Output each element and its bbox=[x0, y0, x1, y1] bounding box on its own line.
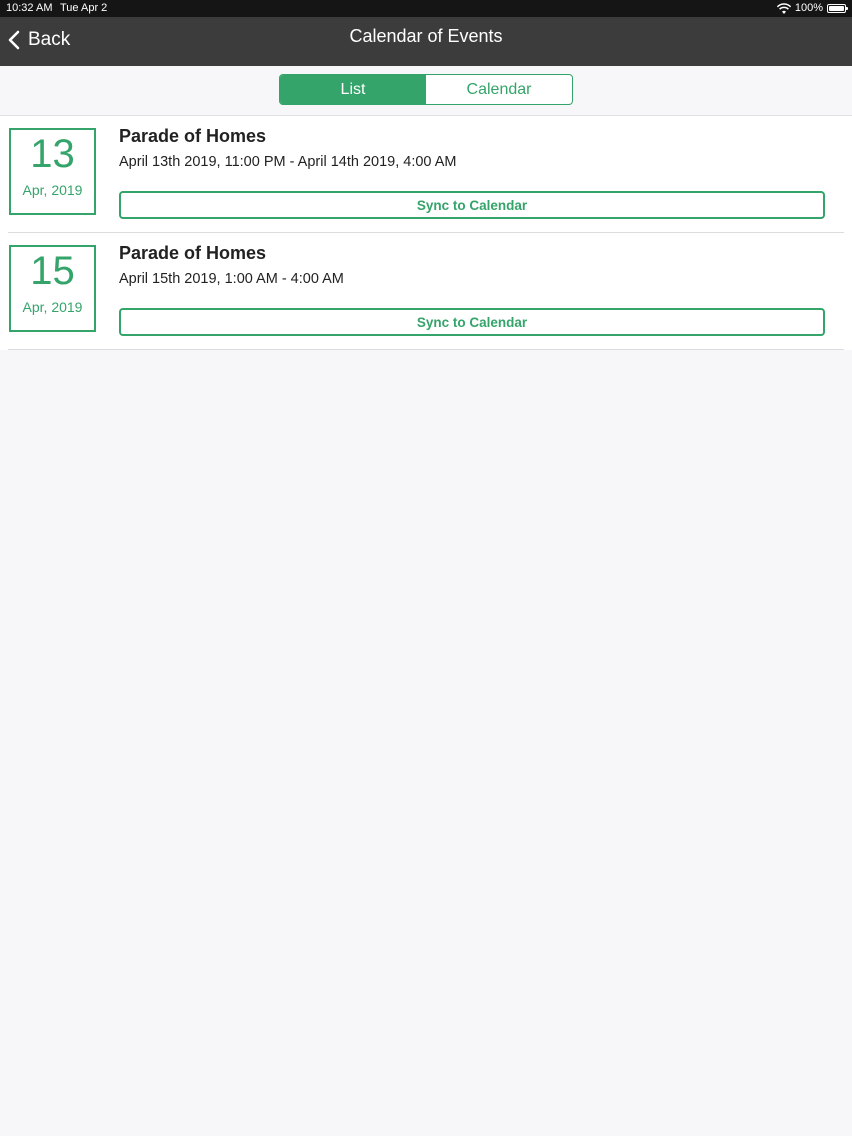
back-label: Back bbox=[28, 29, 71, 50]
battery-icon bbox=[827, 4, 848, 13]
event-row: 15 Apr, 2019 Parade of Homes April 15th … bbox=[8, 233, 844, 350]
back-button[interactable]: Back bbox=[8, 25, 70, 55]
sync-to-calendar-button[interactable]: Sync to Calendar bbox=[119, 308, 825, 336]
event-list: 13 Apr, 2019 Parade of Homes April 13th … bbox=[0, 116, 852, 350]
view-switcher-bar: List Calendar bbox=[0, 66, 852, 116]
segment-calendar[interactable]: Calendar bbox=[426, 75, 572, 104]
event-day: 13 bbox=[30, 132, 75, 176]
event-row: 13 Apr, 2019 Parade of Homes April 13th … bbox=[8, 116, 844, 233]
event-day: 15 bbox=[30, 249, 75, 293]
status-date: Tue Apr 2 bbox=[60, 2, 108, 14]
status-time: 10:32 AM bbox=[6, 2, 53, 14]
status-indicators: 100% bbox=[776, 0, 848, 17]
wifi-icon bbox=[776, 2, 791, 14]
event-title: Parade of Homes bbox=[119, 126, 267, 146]
battery-percent: 100% bbox=[794, 2, 823, 14]
event-month-year: Apr, 2019 bbox=[22, 299, 83, 315]
event-time: April 15th 2019, 1:00 AM - 4:00 AM bbox=[119, 271, 344, 287]
event-month-year: Apr, 2019 bbox=[22, 182, 83, 198]
segment-list[interactable]: List bbox=[280, 75, 426, 104]
navigation-bar: Calendar of Events Back bbox=[0, 17, 852, 66]
segmented-control: List Calendar bbox=[279, 74, 573, 105]
status-bar: 10:32 AM Tue Apr 2 100% bbox=[0, 0, 852, 17]
page-title: Calendar of Events bbox=[349, 26, 503, 46]
event-time: April 13th 2019, 11:00 PM - April 14th 2… bbox=[119, 154, 457, 170]
sync-to-calendar-button[interactable]: Sync to Calendar bbox=[119, 191, 825, 219]
date-box: 13 Apr, 2019 bbox=[9, 128, 96, 215]
chevron-left-icon bbox=[8, 30, 20, 50]
event-title: Parade of Homes bbox=[119, 243, 267, 263]
date-box: 15 Apr, 2019 bbox=[9, 245, 96, 332]
